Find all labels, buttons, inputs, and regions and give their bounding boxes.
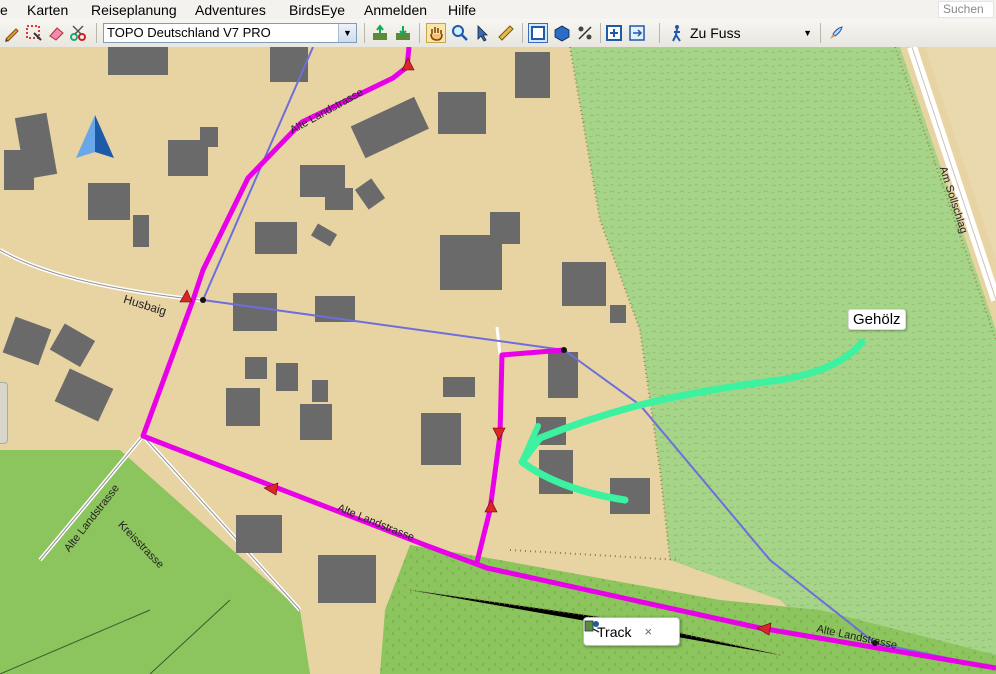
ruler-icon[interactable] bbox=[496, 23, 516, 43]
select-area-icon[interactable] bbox=[24, 23, 44, 43]
scissors-icon[interactable] bbox=[68, 23, 88, 43]
map-product-value: TOPO Deutschland V7 PRO bbox=[107, 25, 271, 40]
toolbar-separator bbox=[522, 23, 523, 43]
search-input[interactable]: Suchen bbox=[938, 1, 994, 18]
poi-label-gehoelz[interactable]: Gehölz bbox=[848, 309, 906, 330]
zoom-to-fit-icon[interactable] bbox=[604, 23, 624, 43]
map-canvas[interactable]: Alte Landstrasse Husbaig Alte Landstrass… bbox=[0, 47, 996, 674]
menu-item-reiseplanung[interactable]: Reiseplanung bbox=[91, 2, 177, 18]
chevron-down-icon[interactable]: ▼ bbox=[338, 24, 356, 42]
menu-item-adventures[interactable]: Adventures bbox=[195, 2, 266, 18]
toolbar-separator bbox=[600, 23, 601, 43]
track-popup-label: Track bbox=[597, 623, 632, 640]
toolbar: TOPO Deutschland V7 PRO ▼ Zu Fuss ▼ bbox=[0, 19, 996, 48]
menu-item-birdseye[interactable]: BirdsEye bbox=[289, 2, 345, 18]
rocket-icon[interactable] bbox=[826, 23, 846, 43]
map-view-2d-icon[interactable] bbox=[528, 23, 548, 43]
magnifier-icon[interactable] bbox=[450, 23, 470, 43]
close-icon[interactable]: × bbox=[644, 624, 652, 639]
pencil-icon[interactable] bbox=[2, 23, 22, 43]
travel-mode-value: Zu Fuss bbox=[690, 25, 741, 41]
toolbar-separator bbox=[659, 23, 660, 43]
side-panel-handle[interactable] bbox=[0, 382, 8, 444]
hand-pan-icon[interactable] bbox=[426, 23, 446, 43]
walking-person-icon[interactable] bbox=[667, 23, 687, 43]
menu-item-datei[interactable]: e bbox=[0, 2, 8, 18]
menu-item-karten[interactable]: Karten bbox=[27, 2, 68, 18]
menu-item-anmelden[interactable]: Anmelden bbox=[364, 2, 427, 18]
send-to-device-icon[interactable] bbox=[370, 23, 390, 43]
menu-item-hilfe[interactable]: Hilfe bbox=[448, 2, 476, 18]
toolbar-separator bbox=[419, 23, 420, 43]
eraser-icon[interactable] bbox=[46, 23, 66, 43]
pointer-arrow-icon[interactable] bbox=[473, 23, 493, 43]
track-popup[interactable]: Track × bbox=[583, 617, 680, 646]
receive-from-device-icon[interactable] bbox=[393, 23, 413, 43]
menu-bar: e Karten Reiseplanung Adventures BirdsEy… bbox=[0, 0, 996, 19]
chevron-down-icon[interactable]: ▼ bbox=[803, 23, 812, 43]
map-navigation-icon[interactable] bbox=[627, 23, 647, 43]
toolbar-separator bbox=[96, 23, 97, 43]
shaded-relief-icon[interactable] bbox=[575, 23, 595, 43]
map-view-3d-icon[interactable] bbox=[552, 23, 572, 43]
toolbar-separator bbox=[820, 23, 821, 43]
toolbar-separator bbox=[364, 23, 365, 43]
map-graphics bbox=[0, 47, 996, 674]
map-product-select[interactable]: TOPO Deutschland V7 PRO ▼ bbox=[103, 23, 357, 43]
travel-mode-select[interactable]: Zu Fuss ▼ bbox=[690, 23, 816, 43]
